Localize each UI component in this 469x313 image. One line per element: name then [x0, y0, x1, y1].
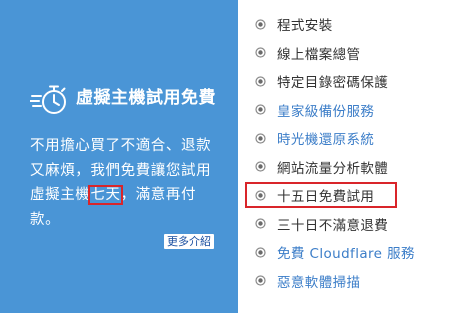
feature-item: 特定目錄密碼保護: [255, 67, 465, 96]
feature-label: 線上檔案總管: [277, 46, 361, 63]
feature-label[interactable]: 免費 Cloudflare 服務: [277, 242, 415, 262]
radio-bullet-icon: [255, 133, 266, 144]
stopwatch-icon: [30, 85, 66, 114]
free-trial-promo-panel: 虛擬主機試用免費 不用擔心買了不適合、退款又麻煩，我們免費讓您試用虛擬主機七天，…: [0, 0, 238, 313]
feature-item: 三十日不滿意退費: [255, 210, 465, 239]
radio-bullet-icon: [255, 19, 266, 30]
feature-item[interactable]: 惡意軟體掃描: [255, 267, 465, 296]
hosting-features-widget: 虛擬主機試用免費 不用擔心買了不適合、退款又麻煩，我們免費讓您試用虛擬主機七天，…: [0, 0, 469, 313]
feature-list: 程式安裝線上檔案總管特定目錄密碼保護 皇家級備份服務 時光機還原系統 網站流量分析軟體…: [245, 10, 465, 296]
feature-item: 網站流量分析軟體: [255, 153, 465, 182]
feature-item: 十五日免費試用: [245, 181, 465, 210]
radio-bullet-icon: [255, 104, 266, 115]
feature-item[interactable]: 時光機還原系統: [255, 124, 465, 153]
feature-item[interactable]: 皇家級備份服務: [255, 96, 465, 125]
radio-bullet-icon: [255, 161, 266, 172]
feature-item: 線上檔案總管: [255, 39, 465, 68]
feature-item[interactable]: 免費 Cloudflare 服務: [255, 238, 465, 267]
more-info-button[interactable]: 更多介紹: [164, 234, 214, 249]
feature-label: 特定目錄密碼保護: [277, 75, 389, 92]
radio-bullet-icon: [255, 76, 266, 87]
feature-label[interactable]: 皇家級備份服務: [277, 100, 374, 120]
feature-label[interactable]: 時光機還原系統: [277, 128, 374, 148]
feature-label[interactable]: 惡意軟體掃描: [277, 271, 360, 291]
radio-bullet-icon: [255, 190, 266, 201]
feature-label: 程式安裝: [277, 18, 333, 35]
promo-title: 虛擬主機試用免費: [76, 88, 216, 108]
feature-label: 十五日免費試用: [277, 189, 375, 206]
radio-bullet-icon: [255, 218, 266, 229]
radio-bullet-icon: [255, 275, 266, 286]
feature-item: 程式安裝: [255, 10, 465, 39]
radio-bullet-icon: [255, 47, 266, 58]
promo-description: 不用擔心買了不適合、退款又麻煩，我們免費讓您試用虛擬主機七天，滿意再付款。: [30, 134, 226, 232]
feature-label: 網站流量分析軟體: [277, 160, 389, 177]
feature-label: 三十日不滿意退費: [277, 217, 389, 234]
trial-days-highlight: 七天: [88, 185, 123, 205]
radio-bullet-icon: [255, 247, 266, 258]
